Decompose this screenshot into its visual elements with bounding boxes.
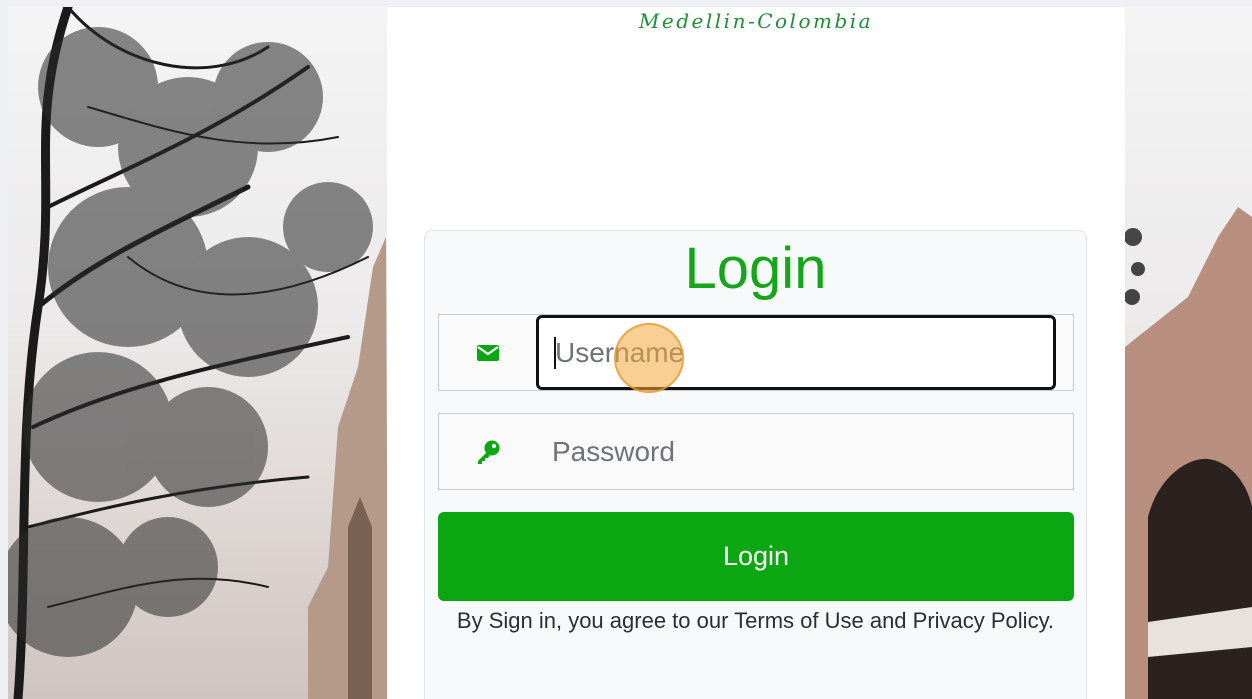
brand-subtitle: Medellin-Colombia xyxy=(638,9,874,33)
login-title: Login xyxy=(684,236,827,301)
password-field-group xyxy=(438,413,1074,490)
key-icon xyxy=(439,414,536,489)
password-input[interactable] xyxy=(536,414,1073,489)
login-page: Medellin-Colombia Login Username Login B… xyxy=(0,0,1252,699)
username-field-group xyxy=(438,314,1074,393)
envelope-icon xyxy=(439,315,536,390)
terms-notice: By Sign in, you agree to our Terms of Us… xyxy=(456,608,1055,633)
username-input[interactable] xyxy=(536,315,1056,390)
login-button[interactable]: Login xyxy=(438,512,1074,601)
login-card: Login Username Login By Sign in, you agr… xyxy=(424,230,1087,699)
login-panel: Medellin-Colombia Login Username Login B… xyxy=(387,7,1125,699)
